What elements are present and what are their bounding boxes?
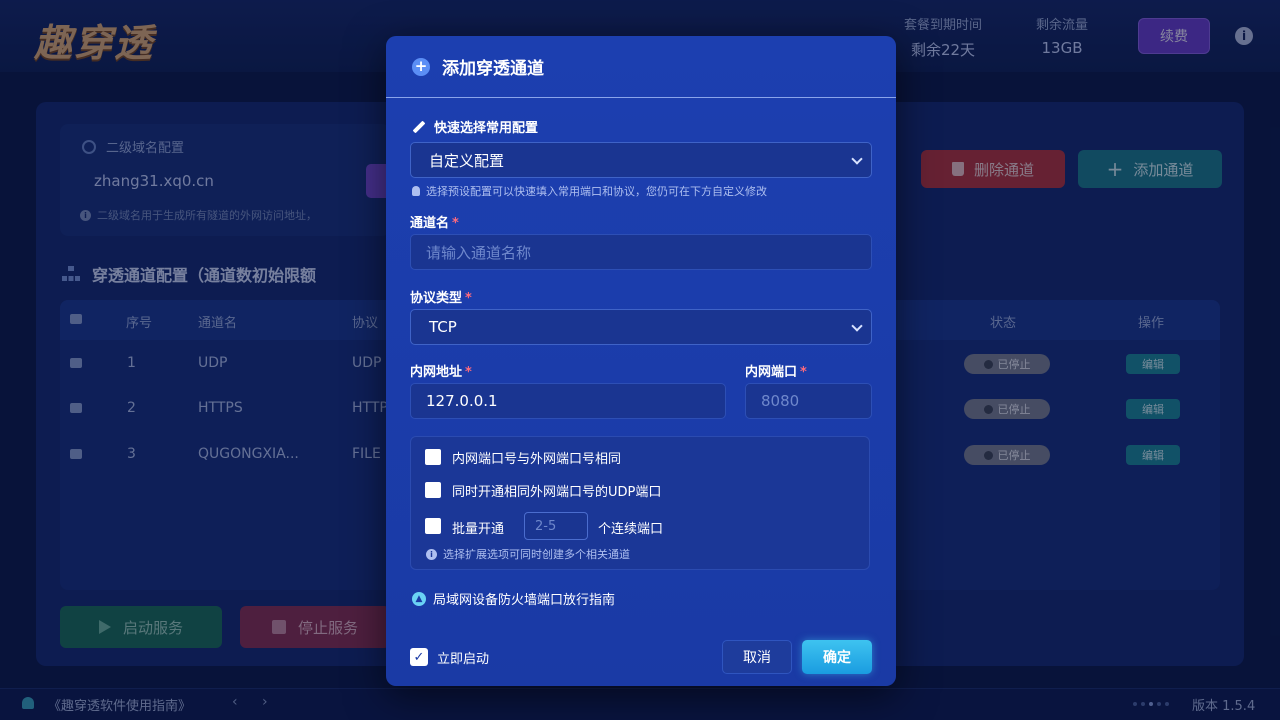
quick-config-label: 快速选择常用配置 [412,117,538,136]
plus-circle-icon: + [412,57,430,76]
channel-name-label: 通道名 * [410,212,459,231]
protocol-value: TCP [429,318,457,336]
options-hint: i 选择扩展选项可同时创建多个相关通道 [426,546,630,562]
confirm-button[interactable]: 确定 [802,640,872,674]
arrow-up-circle-icon: ▲ [412,591,426,606]
channel-name-input[interactable]: 请输入通道名称 [410,234,872,270]
autostart-label: 立即启动 [437,652,490,667]
quick-config-label-text: 快速选择常用配置 [434,121,539,136]
info-small-icon: i [426,548,437,560]
dialog-title: 添加穿透通道 [442,59,544,79]
quick-config-select[interactable]: 自定义配置 [410,142,872,178]
chevron-down-icon [851,320,863,332]
udp-port-checkbox[interactable] [425,482,441,498]
quick-config-hint-text: 选择预设配置可以快速填入常用端口和协议，您仍可在下方自定义修改 [426,185,767,198]
lan-address-label: 内网地址 * [410,361,472,380]
channel-name-label-text: 通道名 [410,216,450,231]
required-mark: * [800,365,807,380]
firewall-guide-text: 局域网设备防火墙端口放行指南 [433,593,616,608]
required-mark: * [465,365,472,380]
firewall-guide-link[interactable]: ▲ 局域网设备防火墙端口放行指南 [412,589,615,608]
options-hint-text: 选择扩展选项可同时创建多个相关通道 [443,548,630,561]
same-port-label: 内网端口号与外网端口号相同 [452,452,622,467]
lightbulb-icon [412,186,420,196]
batch-count-suffix: 个连续端口 [598,522,664,537]
batch-open-label: 批量开通 [452,522,505,537]
lan-address-label-text: 内网地址 [410,365,463,380]
batch-open-checkbox[interactable] [425,518,441,534]
protocol-select[interactable]: TCP [410,309,872,345]
udp-port-label: 同时开通相同外网端口号的UDP端口 [452,485,662,500]
cancel-button[interactable]: 取消 [722,640,792,674]
lan-port-label-text: 内网端口 [745,365,798,380]
required-mark: * [452,216,459,231]
batch-count-input[interactable]: 2-5 [524,512,588,540]
chevron-down-icon [851,153,863,165]
lan-port-input[interactable]: 8080 [745,383,872,419]
same-port-checkbox[interactable] [425,449,441,465]
required-mark: * [465,291,472,306]
lan-port-label: 内网端口 * [745,361,807,380]
pen-icon [412,120,426,133]
protocol-label: 协议类型 * [410,287,472,306]
dialog-header: + 添加穿透通道 [386,36,896,98]
quick-config-hint: 选择预设配置可以快速填入常用端口和协议，您仍可在下方自定义修改 [412,183,767,199]
protocol-label-text: 协议类型 [410,291,463,306]
lan-address-input[interactable]: 127.0.0.1 [410,383,726,419]
quick-config-value: 自定义配置 [429,151,505,170]
autostart-checkbox[interactable]: ✓ [410,648,428,666]
